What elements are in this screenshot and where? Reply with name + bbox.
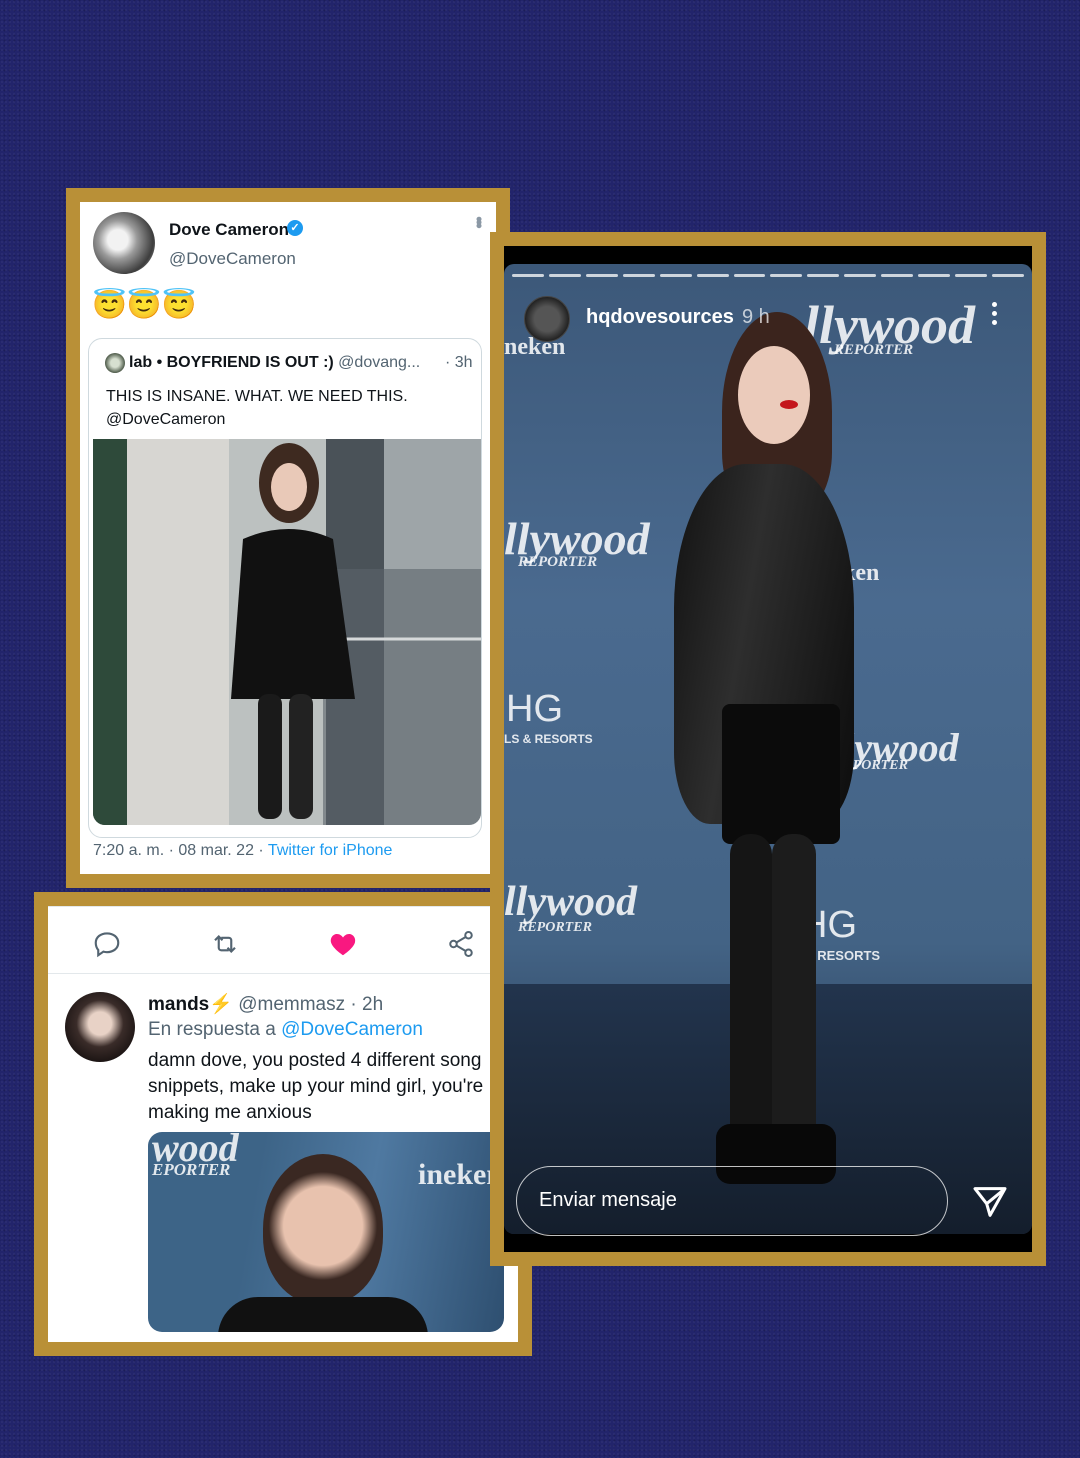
author-name[interactable]: Dove Cameron — [169, 220, 289, 240]
backdrop-text: REPORTER — [834, 342, 914, 358]
quote-header: lab • BOYFRIEND IS OUT :) @dovang... — [129, 354, 420, 372]
quote-avatar — [105, 353, 125, 373]
tweet-text: 😇😇😇 — [92, 289, 197, 320]
reply-time: · 2h — [350, 994, 384, 1015]
backdrop-text: HG — [506, 688, 563, 730]
author-handle[interactable]: @DoveCameron — [169, 249, 296, 269]
reply-card[interactable]: mands⚡ @memmasz · 2h En respuesta a @Dov… — [48, 906, 518, 1342]
story-progress-bar — [512, 274, 1024, 277]
quote-photo[interactable] — [93, 439, 481, 825]
reply-avatar[interactable] — [65, 992, 135, 1062]
story-more-icon[interactable] — [990, 302, 998, 330]
in-reply-to: En respuesta a @DoveCameron — [148, 1019, 423, 1041]
quote-photo-illustration — [93, 439, 481, 825]
quote-author-name: lab • BOYFRIEND IS OUT :) — [129, 354, 334, 371]
retweet-icon[interactable] — [210, 929, 240, 959]
backdrop-text: EPORTER — [152, 1160, 231, 1179]
reply-icon[interactable] — [92, 929, 122, 959]
backdrop-text: LS & RESORTS — [504, 732, 593, 746]
instagram-story[interactable]: neken llywood REPORTER llywood REPORTER … — [504, 246, 1032, 1252]
tweet-actions-bar — [48, 906, 518, 974]
quoted-tweet[interactable]: lab • BOYFRIEND IS OUT :) @dovang... · 3… — [88, 338, 482, 838]
photo-subject-body — [218, 1297, 428, 1332]
photo-subject — [263, 1154, 383, 1304]
reply-header: mands⚡ @memmasz · 2h — [148, 992, 383, 1016]
tweet-card[interactable]: Dove Cameron ✓ @DoveCameron ••• 😇😇😇 lab … — [80, 202, 496, 874]
more-options-icon[interactable]: ••• — [469, 216, 489, 226]
tweet-time: 7:20 a. m. — [93, 842, 165, 859]
story-username[interactable]: hqdovesources — [586, 306, 734, 329]
avatar[interactable] — [93, 212, 155, 274]
lightning-icon: ⚡ — [209, 994, 233, 1015]
reply-author-name[interactable]: mands — [148, 994, 209, 1015]
quote-author-handle: @dovang... — [338, 354, 421, 371]
reply-text-line: damn dove, you posted 4 different song — [148, 1050, 482, 1071]
story-image[interactable]: neken llywood REPORTER llywood REPORTER … — [504, 264, 1032, 1234]
story-subject-leg — [772, 834, 816, 1164]
reply-text-line: snippets, make up your mind girl, you're — [148, 1076, 484, 1097]
story-subject-leg — [730, 834, 772, 1164]
tweet-date: 08 mar. 22 — [178, 842, 254, 859]
reply-text-line: making me anxious — [148, 1102, 312, 1123]
story-subject-face — [738, 346, 810, 444]
quote-separator: · — [445, 354, 451, 371]
story-subject-lips — [780, 400, 798, 409]
in-reply-to-label: En respuesta a — [148, 1019, 276, 1040]
message-input[interactable]: Enviar mensaje — [516, 1166, 948, 1236]
send-icon[interactable] — [970, 1182, 1010, 1222]
quote-time: · 3h — [445, 354, 473, 372]
quote-text: THIS IS INSANE. WHAT. WE NEED THIS. @Dov… — [106, 388, 408, 428]
reply-author-handle[interactable]: @memmasz — [238, 994, 345, 1015]
like-icon[interactable] — [328, 929, 358, 959]
reply-text: damn dove, you posted 4 different song s… — [148, 1048, 498, 1126]
tweet-source-link[interactable]: Twitter for iPhone — [268, 842, 393, 859]
message-placeholder: Enviar mensaje — [539, 1189, 677, 1211]
backdrop-text: REPORTER — [518, 920, 592, 935]
verified-badge-icon: ✓ — [287, 220, 303, 236]
story-subject-dress — [722, 704, 840, 844]
story-time: 9 h — [742, 306, 770, 328]
backdrop-text: llywood — [504, 879, 637, 925]
reply-mention-link[interactable]: @DoveCameron — [281, 1019, 423, 1040]
share-icon[interactable] — [446, 929, 476, 959]
story-avatar[interactable] — [524, 296, 570, 342]
tweet-meta: 7:20 a. m. · 08 mar. 22 · Twitter for iP… — [93, 842, 393, 859]
quote-time-value: 3h — [454, 354, 473, 371]
backdrop-text: REPORTER — [518, 554, 598, 570]
reply-photo[interactable]: wood EPORTER ineken — [148, 1132, 504, 1332]
